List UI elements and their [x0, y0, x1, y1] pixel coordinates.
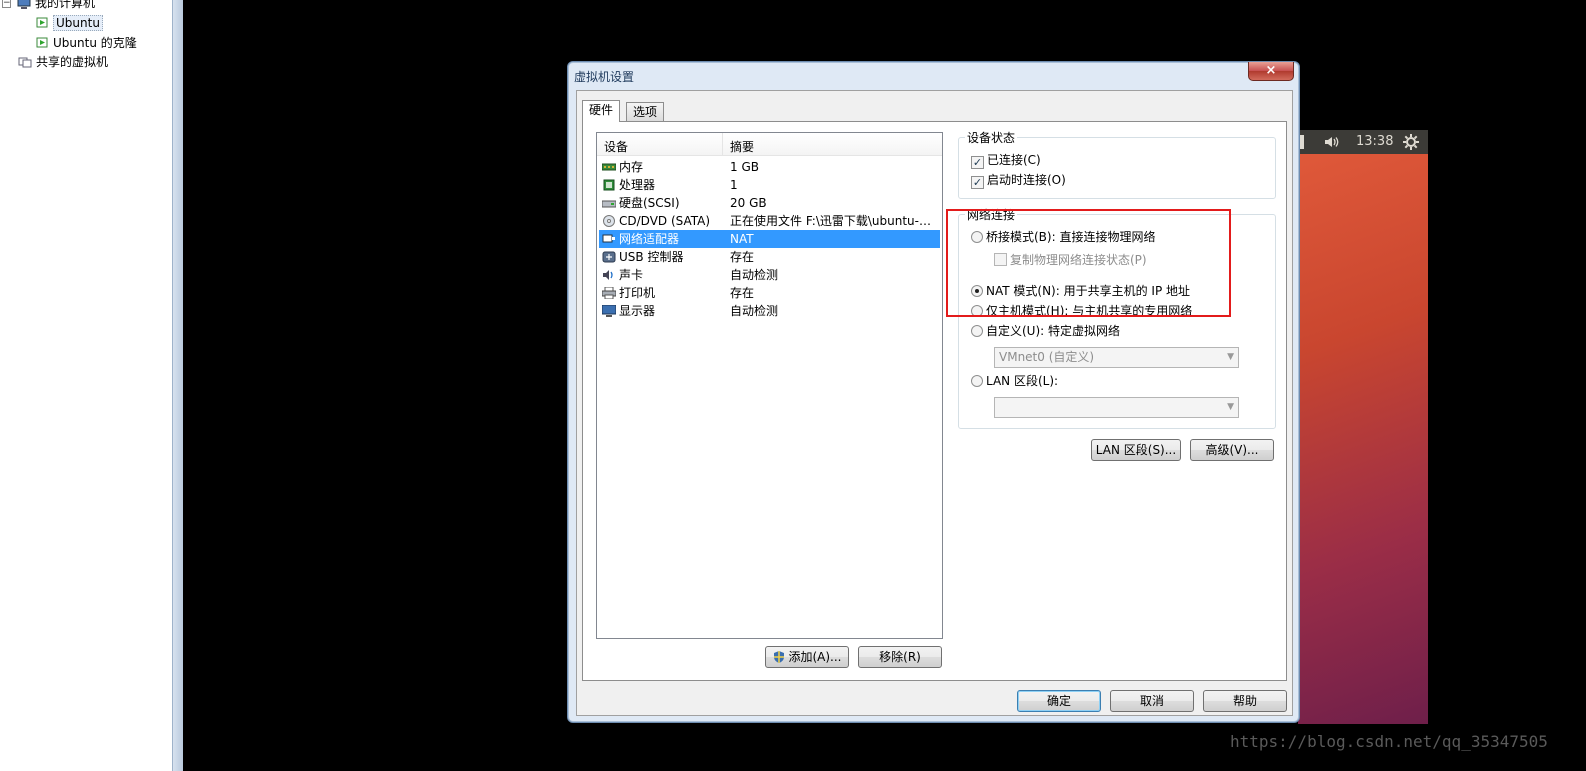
lan-segments-button[interactable]: LAN 区段(S)...	[1091, 439, 1181, 461]
vm-display[interactable]: 13:38	[1298, 130, 1428, 724]
dialog-title: 虚拟机设置	[574, 70, 635, 84]
device-row-display[interactable]: 显示器 自动检测	[599, 302, 940, 320]
device-row-sound[interactable]: 声卡 自动检测	[599, 266, 940, 284]
device-row-usb[interactable]: USB 控制器 存在	[599, 248, 940, 266]
shield-icon	[774, 651, 785, 663]
bridged-radio[interactable]: 桥接模式(B): 直接连接物理网络	[971, 228, 1155, 245]
tree-node-ubuntu-clone[interactable]: Ubuntu 的克隆	[35, 34, 137, 52]
cpu-icon	[603, 179, 615, 191]
memory-icon	[602, 163, 616, 171]
sound-icon	[603, 270, 613, 280]
monitor-icon	[602, 305, 616, 317]
tab-hardware[interactable]: 硬件	[582, 100, 621, 122]
library-panel: − 我的计算机 Ubuntu Ubuntu 的克隆 共享的虚拟机	[0, 0, 172, 771]
list-header: 设备 摘要	[597, 133, 942, 156]
device-row-processor[interactable]: 处理器 1	[599, 176, 940, 194]
checkmark-icon: ✓	[971, 156, 984, 169]
device-row-memory[interactable]: 内存 1 GB	[599, 158, 940, 176]
device-row-printer[interactable]: 打印机 存在	[599, 284, 940, 302]
printer-icon	[602, 287, 616, 299]
chevron-down-icon: ▼	[1227, 352, 1234, 362]
connect-on-start-checkbox[interactable]: ✓ 启动时连接(O)	[971, 171, 1066, 189]
group-title: 设备状态	[965, 129, 1018, 146]
gear-icon[interactable]	[1403, 134, 1419, 150]
speaker-icon[interactable]	[1324, 136, 1342, 148]
shared-vm-icon	[18, 57, 32, 68]
computer-icon	[17, 0, 31, 9]
collapse-icon[interactable]: −	[2, 0, 11, 8]
cancel-button[interactable]: 取消	[1110, 690, 1194, 712]
close-button[interactable]: ×	[1248, 62, 1294, 81]
lan-segment-radio[interactable]: LAN 区段(L):	[971, 372, 1058, 389]
device-row-network-adapter[interactable]: 网络适配器 NAT	[599, 230, 940, 248]
device-status-group: 设备状态 ✓ 已连接(C) ✓ 启动时连接(O)	[958, 129, 1276, 199]
column-header-summary[interactable]: 摘要	[730, 138, 754, 155]
tree-label: Ubuntu	[53, 15, 103, 31]
dialog-body: 硬件 选项 设备 摘要 内存 1 GB 处理器 1 硬盘(SCSI) 20 GB…	[576, 90, 1293, 716]
nat-radio[interactable]: NAT 模式(N): 用于共享主机的 IP 地址	[971, 282, 1190, 299]
tree-node-ubuntu[interactable]: Ubuntu	[35, 14, 103, 32]
host-only-radio[interactable]: 仅主机模式(H): 与主机共享的专用网络	[971, 302, 1192, 319]
hardware-panel: 设备 摘要 内存 1 GB 处理器 1 硬盘(SCSI) 20 GB CD/DV…	[582, 121, 1287, 681]
cdrom-icon	[603, 215, 615, 227]
harddisk-icon	[602, 200, 616, 208]
ok-button[interactable]: 确定	[1017, 690, 1101, 712]
group-title: 网络连接	[965, 206, 1018, 223]
usb-icon	[602, 251, 616, 263]
vm-top-bar: 13:38	[1298, 130, 1428, 154]
device-row-harddisk[interactable]: 硬盘(SCSI) 20 GB	[599, 194, 940, 212]
custom-radio[interactable]: 自定义(U): 特定虚拟网络	[971, 322, 1120, 339]
advanced-button[interactable]: 高级(V)...	[1190, 439, 1274, 461]
tree-node-shared-vms[interactable]: 共享的虚拟机	[18, 53, 108, 71]
vm-settings-dialog: 虚拟机设置 × 硬件 选项 设备 摘要 内存 1 GB 处理器 1 硬盘(SCS…	[567, 61, 1300, 723]
add-device-button[interactable]: 添加(A)...	[765, 646, 849, 668]
help-button[interactable]: 帮助	[1203, 690, 1287, 712]
custom-network-select[interactable]: VMnet0 (自定义) ▼	[994, 347, 1239, 368]
replicate-state-checkbox[interactable]: 复制物理网络连接状态(P)	[994, 251, 1147, 268]
column-header-device[interactable]: 设备	[604, 138, 628, 155]
vm-icon	[36, 37, 48, 48]
panel-splitter[interactable]	[172, 0, 183, 771]
network-adapter-icon	[602, 234, 615, 243]
tree-label: 共享的虚拟机	[36, 55, 109, 69]
tree-label: Ubuntu 的克隆	[53, 36, 137, 50]
tree-label: 我的计算机	[35, 0, 96, 10]
lan-segment-select[interactable]: ▼	[994, 397, 1239, 418]
clock: 13:38	[1356, 134, 1394, 149]
remove-device-button[interactable]: 移除(R)	[858, 646, 942, 668]
watermark: https://blog.csdn.net/qq_35347505	[1230, 732, 1548, 751]
checkmark-icon: ✓	[971, 176, 984, 189]
network-connection-group: 网络连接 桥接模式(B): 直接连接物理网络 复制物理网络连接状态(P) NAT…	[958, 206, 1276, 429]
connected-checkbox[interactable]: ✓ 已连接(C)	[971, 151, 1041, 169]
tab-options[interactable]: 选项	[626, 102, 665, 122]
device-row-cdrom[interactable]: CD/DVD (SATA) 正在使用文件 F:\迅雷下载\ubuntu-1...	[599, 212, 940, 230]
chevron-down-icon: ▼	[1227, 402, 1234, 412]
device-list[interactable]: 设备 摘要 内存 1 GB 处理器 1 硬盘(SCSI) 20 GB CD/DV…	[596, 132, 943, 639]
vm-icon	[36, 17, 48, 28]
